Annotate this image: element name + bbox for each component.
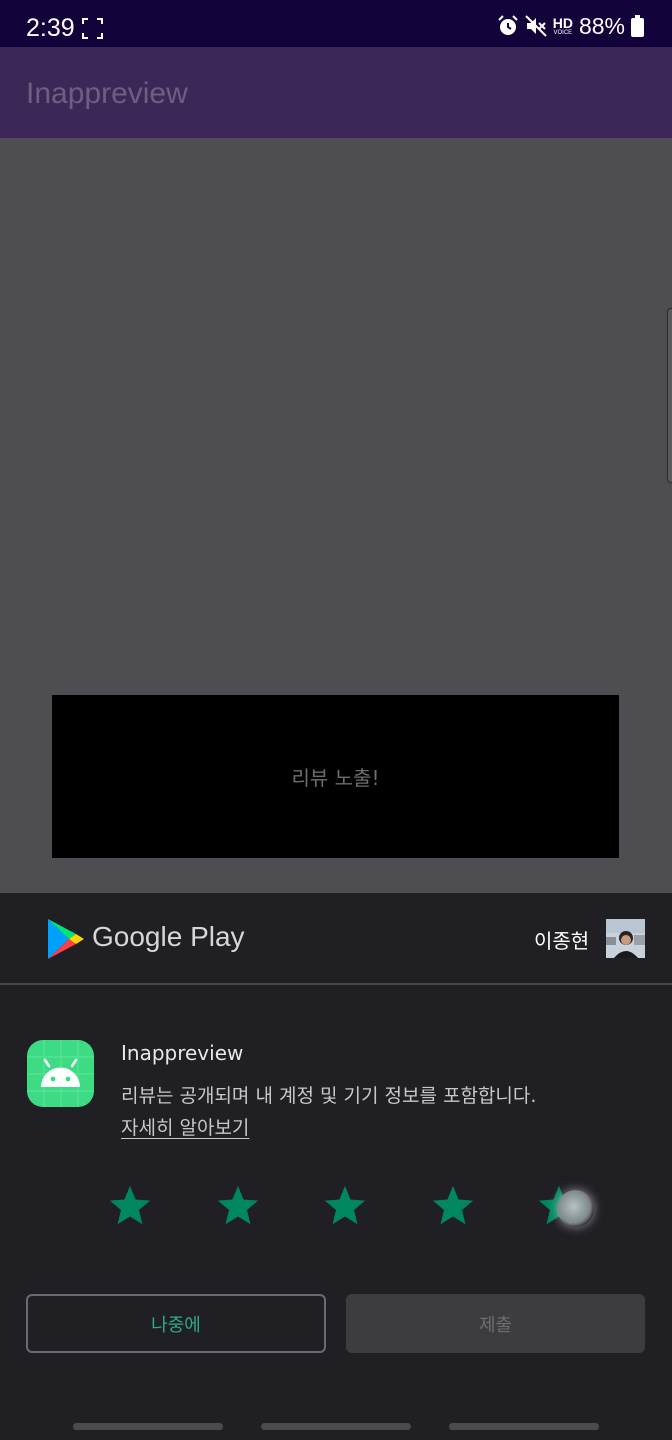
learn-more-link[interactable]: 자세히 알아보기 xyxy=(121,1113,249,1140)
battery-icon xyxy=(631,15,644,37)
review-sheet: Google Play 이종현 Inappreview 리뷰는 공개되며 내 계… xyxy=(0,893,672,1440)
touch-indicator xyxy=(557,1190,594,1227)
android-icon xyxy=(27,1040,94,1107)
submit-button-label: 제출 xyxy=(478,1314,513,1336)
google-play-wordmark: Google Play xyxy=(92,921,245,952)
star-1[interactable] xyxy=(107,1183,153,1229)
sheet-header: Google Play 이종현 xyxy=(0,893,672,985)
alarm-icon xyxy=(498,15,518,35)
hd-label: HD xyxy=(552,15,573,31)
status-bar: 2:39 HD VOICE 88% xyxy=(0,0,672,47)
content-area: 리뷰 노출! xyxy=(0,138,672,893)
nav-back-pill[interactable] xyxy=(449,1423,599,1430)
app-title: Inappreview xyxy=(26,77,188,110)
show-review-button-label: 리뷰 노출! xyxy=(291,766,380,790)
later-button-label: 나중에 xyxy=(151,1314,201,1336)
screenshot-icon xyxy=(82,18,103,39)
status-time: 2:39 xyxy=(26,14,75,42)
battery-percentage: 88% xyxy=(578,12,625,39)
star-4[interactable] xyxy=(430,1183,476,1229)
app-icon xyxy=(27,1040,94,1107)
edge-panel-handle[interactable] xyxy=(667,308,672,483)
app-bar: Inappreview xyxy=(0,47,672,138)
account-name: 이종현 xyxy=(534,929,590,953)
mute-icon xyxy=(525,15,547,37)
star-2[interactable] xyxy=(215,1183,261,1229)
app-name: Inappreview xyxy=(121,1041,244,1065)
nav-recents-pill[interactable] xyxy=(73,1423,223,1430)
review-disclaimer: 리뷰는 공개되며 내 계정 및 기기 정보를 포함합니다. xyxy=(121,1085,537,1107)
show-review-button[interactable]: 리뷰 노출! xyxy=(52,695,619,858)
nav-home-pill[interactable] xyxy=(261,1423,411,1430)
later-button[interactable]: 나중에 xyxy=(26,1294,326,1353)
google-play-logo-icon xyxy=(48,919,84,959)
avatar[interactable] xyxy=(606,919,645,958)
hd-voice-icon: HD VOICE xyxy=(553,16,573,36)
star-3[interactable] xyxy=(322,1183,368,1229)
submit-button[interactable]: 제출 xyxy=(346,1294,645,1353)
voice-label: VOICE xyxy=(553,30,573,36)
